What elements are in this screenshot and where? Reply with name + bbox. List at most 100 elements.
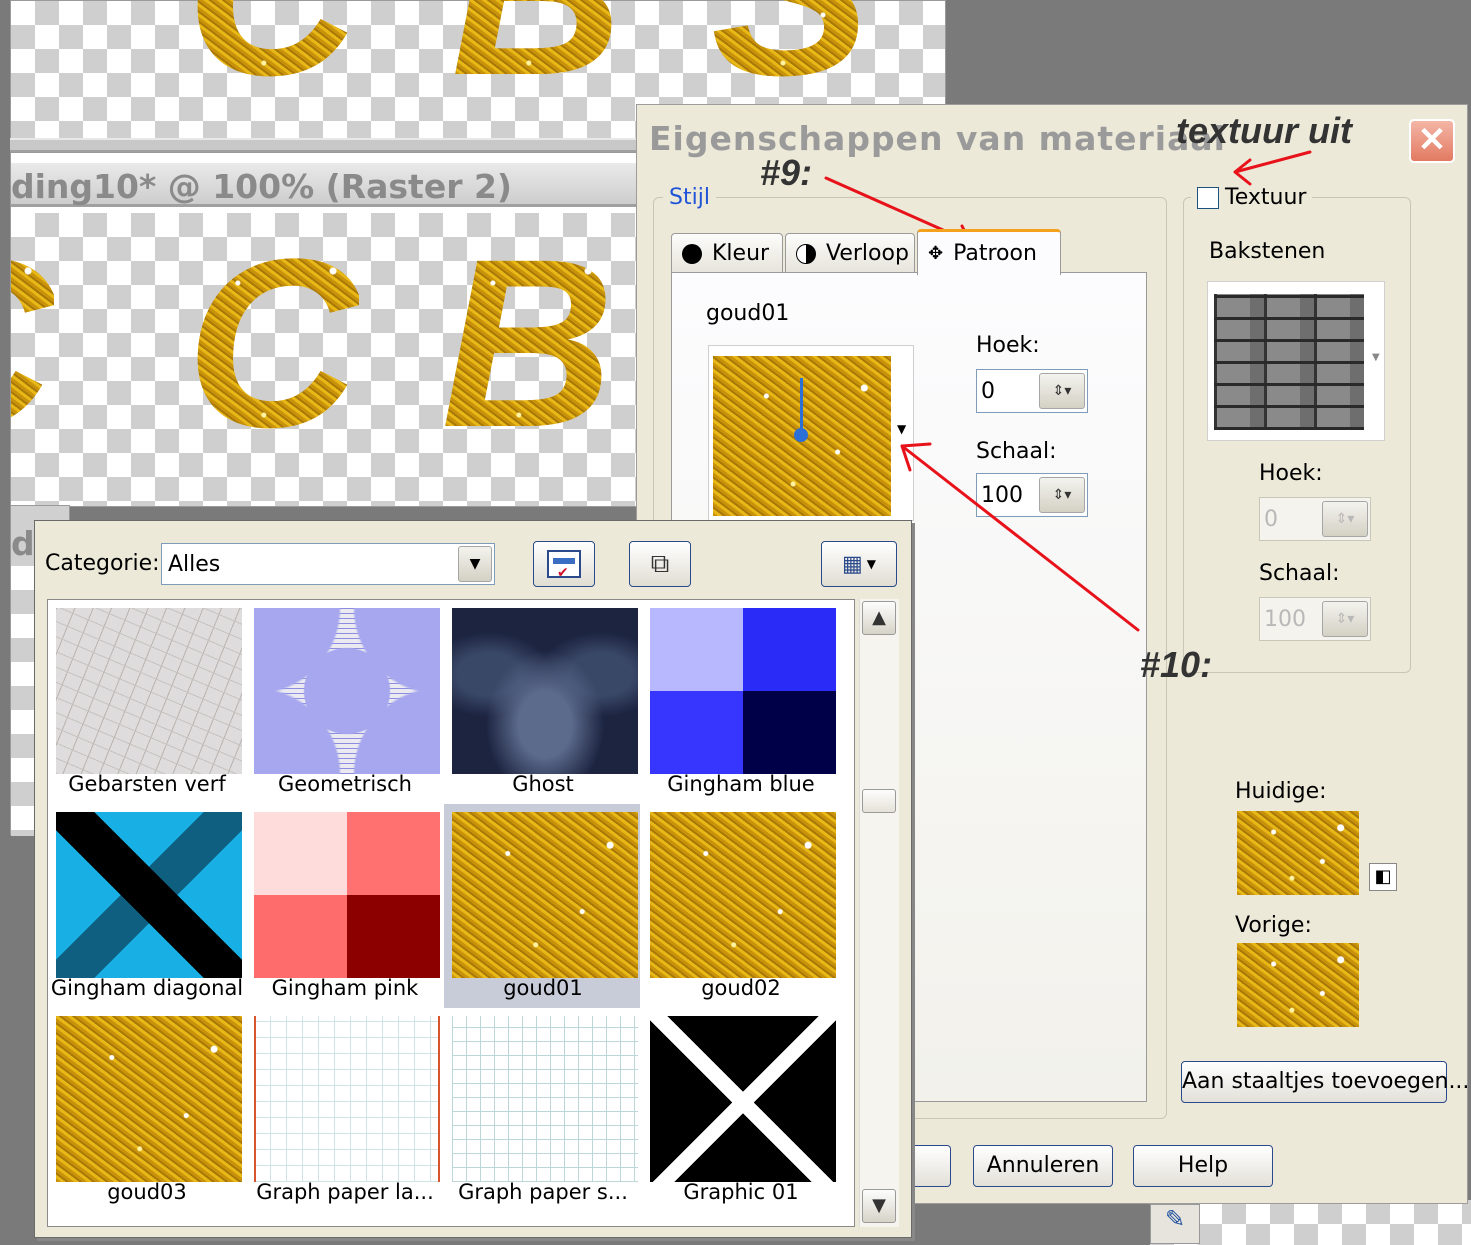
pattern-item-goud01[interactable]: goud01 (444, 804, 640, 1008)
chevron-down-icon: ▼ (866, 557, 877, 571)
previous-swatch[interactable] (1237, 943, 1359, 1027)
scale-spinbox[interactable]: ⇕▾ (976, 473, 1088, 517)
swatch-view-button[interactable]: ✔ (533, 541, 595, 587)
pattern-label: goud02 (701, 976, 781, 1000)
pattern-thumb (56, 812, 242, 978)
pattern-label: Gingham pink (271, 976, 419, 1000)
pattern-item-gingham-blue[interactable]: Gingham blue (642, 600, 838, 804)
pattern-thumb (452, 812, 638, 978)
glitter-letter: C (186, 0, 360, 111)
chevron-up-icon: ▲ (872, 607, 886, 628)
pattern-label: Graph paper s... (458, 1180, 628, 1204)
tab-label: Patroon (953, 241, 1037, 266)
scroll-up-button[interactable]: ▲ (862, 601, 896, 635)
pattern-item-gebarsten-verf[interactable]: Gebarsten verf (48, 600, 244, 804)
close-icon: ✕ (1417, 121, 1447, 159)
pattern-preview[interactable]: ▼ (708, 345, 914, 521)
texture-checkbox-row[interactable]: Textuur (1191, 185, 1313, 210)
swap-icon[interactable]: ◧ (1369, 863, 1397, 891)
pattern-label: Gingham diagonal (50, 976, 244, 1000)
pattern-thumb (254, 608, 440, 774)
category-select[interactable]: Alles ▼ (161, 543, 495, 585)
copy-icon: ⧉ (650, 548, 670, 579)
pattern-direction-handle[interactable] (794, 428, 808, 442)
glitter-letter: B (441, 213, 615, 477)
annotation-step9: #9: (760, 152, 813, 193)
pattern-thumb (56, 608, 242, 774)
category-label: Categorie: (45, 551, 160, 576)
texture-scale-input (1260, 606, 1320, 632)
grid-view-icon: ▦ (841, 551, 863, 577)
previous-label: Vorige: (1235, 913, 1312, 938)
glitter-letter: C (11, 223, 55, 463)
ok-button-partial[interactable] (907, 1145, 951, 1187)
chevron-down-icon: ▼ (872, 1195, 886, 1216)
scroll-down-button[interactable]: ▼ (862, 1189, 896, 1223)
scale-input[interactable] (977, 482, 1037, 508)
texture-angle-input (1260, 506, 1320, 532)
swatch-edit-icon: ✔ (547, 550, 581, 580)
gradient-circle-icon (796, 243, 816, 264)
pattern-scrollbar[interactable]: ▲ ▼ (859, 599, 899, 1227)
glitter-letter: S (711, 0, 872, 111)
spin-arrows-icon: ⇕▾ (1322, 601, 1368, 637)
canvas[interactable]: C C B (11, 213, 645, 506)
angle-input[interactable] (977, 378, 1037, 404)
pattern-thumb (650, 1016, 836, 1182)
pattern-item-geometrisch[interactable]: Geometrisch (246, 600, 442, 804)
help-button[interactable]: Help (1133, 1145, 1273, 1187)
scroll-thumb[interactable] (862, 789, 896, 813)
tab-label: Kleur (712, 241, 770, 266)
angle-spinbox[interactable]: ⇕▾ (976, 369, 1088, 413)
view-options-button[interactable]: ▦ ▼ (821, 541, 897, 587)
pattern-item-gingham-pink[interactable]: Gingham pink (246, 804, 442, 1008)
pattern-label: Ghost (512, 772, 574, 796)
scale-label: Schaal: (976, 439, 1057, 464)
pattern-thumb (452, 608, 638, 774)
pattern-item-graphic-01[interactable]: Graphic 01 (642, 1008, 838, 1212)
add-to-swatches-button[interactable]: Aan staaltjes toevoegen... (1181, 1061, 1469, 1103)
eyedropper-tool-icon[interactable]: ✎ (1150, 1204, 1200, 1244)
copy-pattern-button[interactable]: ⧉ (629, 541, 691, 587)
pattern-label: Gingham blue (667, 772, 815, 796)
current-swatch[interactable] (1237, 811, 1359, 895)
dropdown-arrow-icon[interactable]: ▼ (1372, 352, 1380, 363)
pattern-item-gingham-diagonal[interactable]: Gingham diagonal (48, 804, 244, 1008)
pattern-item-goud02[interactable]: goud02 (642, 804, 838, 1008)
current-label: Huidige: (1235, 779, 1327, 804)
pattern-label: Gebarsten verf (68, 772, 226, 796)
cancel-button[interactable]: Annuleren (973, 1145, 1113, 1187)
texture-name: Bakstenen (1209, 239, 1326, 264)
pattern-thumb (254, 1016, 440, 1182)
close-button[interactable]: ✕ (1409, 119, 1455, 163)
tab-verloop[interactable]: Verloop (785, 233, 915, 273)
pattern-grid: Gebarsten verf Geometrisch Ghost Gingham… (47, 599, 855, 1227)
texture-preview[interactable]: ▼ (1207, 281, 1385, 441)
pattern-item-graph-paper-small[interactable]: Graph paper s... (444, 1008, 640, 1212)
pattern-label: Graphic 01 (683, 1180, 799, 1204)
texture-angle-spinbox: ⇕▾ (1259, 497, 1371, 541)
tab-kleur[interactable]: Kleur (671, 233, 783, 273)
category-value: Alles (168, 552, 221, 577)
spin-arrows-icon: ⇕▾ (1322, 501, 1368, 537)
spin-arrows-icon[interactable]: ⇕▾ (1039, 477, 1085, 513)
dropdown-arrow-icon[interactable]: ▼ (897, 422, 906, 436)
texture-checkbox[interactable] (1197, 186, 1219, 209)
tab-patroon[interactable]: ✥ Patroon (917, 229, 1061, 275)
angle-label: Hoek: (976, 333, 1040, 358)
pattern-label: goud01 (503, 976, 583, 1000)
annotation-step10: #10: (1140, 644, 1213, 685)
pattern-thumb (56, 1016, 242, 1182)
pattern-item-graph-paper-large[interactable]: Graph paper la... (246, 1008, 442, 1212)
circle-icon (682, 243, 702, 264)
pattern-label: Geometrisch (278, 772, 412, 796)
chevron-down-icon[interactable]: ▼ (458, 546, 492, 582)
spin-arrows-icon[interactable]: ⇕▾ (1039, 373, 1085, 409)
dialog-title: Eigenschappen van materiaal (649, 119, 1226, 158)
pattern-item-goud03[interactable]: goud03 (48, 1008, 244, 1212)
glitter-letter: B (451, 0, 625, 111)
pattern-item-ghost[interactable]: Ghost (444, 600, 640, 804)
window-title-fragment: d (11, 524, 35, 563)
pattern-label: goud03 (107, 1180, 187, 1204)
window-title-bar[interactable]: ding10* @ 100% (Raster 2) (11, 163, 645, 207)
